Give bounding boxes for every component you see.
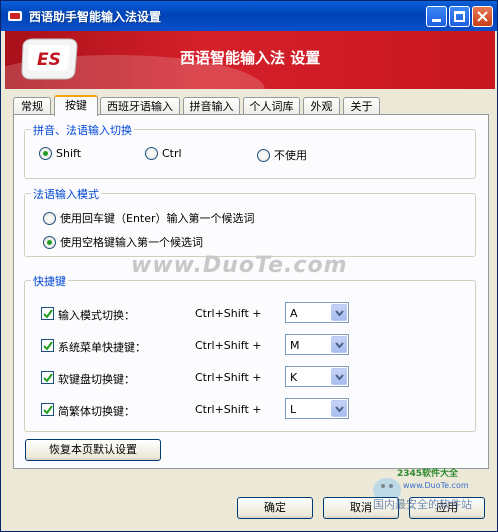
chevron-down-icon bbox=[335, 374, 344, 380]
dropdown-button[interactable] bbox=[331, 368, 347, 385]
select-value: A bbox=[290, 307, 298, 320]
hotkey-key-select[interactable]: L bbox=[285, 398, 349, 419]
hotkey-key-select[interactable]: A bbox=[285, 302, 349, 323]
radio-label: 使用回车键（Enter）输入第一个候选词 bbox=[60, 212, 255, 225]
group-title: 快捷键 bbox=[31, 273, 68, 289]
hotkey-combo: Ctrl+Shift + bbox=[195, 339, 262, 352]
settings-window: 西语助手智能输入法设置 ES 西语智能输入法 设置 常规 按键 西班牙语输入 拼… bbox=[0, 0, 498, 532]
radio-label: 不使用 bbox=[274, 149, 307, 162]
keys-tab-panel: 拼音、法语输入切换 Shift Ctrl 不使用 法语输入模式 使用回车键（En… bbox=[13, 114, 489, 469]
radio-label: Shift bbox=[56, 147, 82, 160]
select-value: L bbox=[290, 403, 297, 416]
radio-shift[interactable]: Shift bbox=[39, 147, 81, 160]
header-banner: ES 西语智能输入法 设置 bbox=[5, 31, 495, 89]
hotkeys-group: 快捷键 输入模式切换： Ctrl+Shift + A 系统菜单快捷键： Ctrl… bbox=[24, 273, 476, 432]
hotkey-key-select[interactable]: M bbox=[285, 334, 349, 355]
select-value: M bbox=[290, 339, 300, 352]
radio-ctrl[interactable]: Ctrl bbox=[145, 147, 182, 160]
minimize-icon bbox=[432, 19, 441, 22]
radio-label: 使用空格键输入第一个候选词 bbox=[60, 236, 203, 249]
title-bar[interactable]: 西语助手智能输入法设置 bbox=[1, 1, 497, 31]
hotkey-combo: Ctrl+Shift + bbox=[195, 371, 262, 384]
chevron-down-icon bbox=[335, 342, 344, 348]
chevron-down-icon bbox=[335, 310, 344, 316]
hotkey-combo: Ctrl+Shift + bbox=[195, 403, 262, 416]
pinyin-switch-group: 拼音、法语输入切换 Shift Ctrl 不使用 bbox=[24, 122, 476, 179]
dropdown-button[interactable] bbox=[331, 400, 347, 417]
tab-keys[interactable]: 按键 bbox=[54, 95, 98, 116]
hotkey-label: 系统菜单快捷键： bbox=[58, 341, 146, 354]
radio-button[interactable] bbox=[257, 148, 270, 162]
logo-text: ES bbox=[37, 50, 61, 70]
select-value: K bbox=[290, 371, 298, 384]
group-title: 拼音、法语输入切换 bbox=[31, 122, 134, 138]
ok-button[interactable]: 确定 bbox=[237, 497, 313, 519]
input-mode-group: 法语输入模式 使用回车键（Enter）输入第一个候选词 使用空格键输入第一个候选… bbox=[24, 186, 476, 257]
hotkey-label: 软键盘切换键： bbox=[58, 373, 135, 386]
corner-brand-watermark: 2345软件大全 bbox=[397, 469, 459, 479]
app-icon bbox=[8, 11, 22, 21]
center-watermark: www.DuoTe.com bbox=[131, 253, 348, 278]
minimize-button[interactable] bbox=[426, 6, 447, 27]
radio-none[interactable]: 不使用 bbox=[257, 147, 307, 163]
restore-defaults-button[interactable]: 恢复本页默认设置 bbox=[25, 439, 161, 461]
radio-button[interactable] bbox=[39, 147, 52, 160]
radio-label: Ctrl bbox=[162, 147, 182, 160]
radio-button[interactable] bbox=[43, 235, 56, 249]
hotkey-checkbox[interactable] bbox=[41, 307, 54, 320]
hotkey-checkbox[interactable] bbox=[41, 403, 54, 416]
chevron-down-icon bbox=[335, 406, 344, 412]
dropdown-button[interactable] bbox=[331, 336, 347, 353]
radio-button[interactable] bbox=[145, 147, 158, 160]
corner-url-watermark: www.DuoTe.com bbox=[403, 481, 469, 490]
group-title: 法语输入模式 bbox=[31, 186, 101, 202]
window-title: 西语助手智能输入法设置 bbox=[29, 10, 162, 24]
hotkey-checkbox[interactable] bbox=[41, 339, 54, 352]
radio-space-first-candidate[interactable]: 使用空格键输入第一个候选词 bbox=[43, 234, 203, 250]
hotkey-combo: Ctrl+Shift + bbox=[195, 307, 262, 320]
hotkey-label: 简繁体切换键： bbox=[58, 405, 135, 418]
tab-bar: 常规 按键 西班牙语输入 拼音输入 个人词库 外观 关于 bbox=[13, 95, 489, 116]
close-icon bbox=[477, 11, 488, 22]
es-key-logo: ES bbox=[21, 38, 78, 80]
checkmark-icon bbox=[43, 405, 53, 415]
hotkey-label: 输入模式切换： bbox=[58, 309, 135, 322]
radio-enter-first-candidate[interactable]: 使用回车键（Enter）输入第一个候选词 bbox=[43, 210, 255, 226]
corner-slogan-watermark: 国内最安全的软件站 bbox=[373, 498, 472, 511]
checkmark-icon bbox=[43, 373, 53, 383]
close-button[interactable] bbox=[472, 6, 493, 27]
checkmark-icon bbox=[43, 341, 53, 351]
dropdown-button[interactable] bbox=[331, 304, 347, 321]
hotkey-key-select[interactable]: K bbox=[285, 366, 349, 387]
banner-title: 西语智能输入法 设置 bbox=[180, 49, 321, 67]
hotkey-checkbox[interactable] bbox=[41, 371, 54, 384]
maximize-icon bbox=[454, 11, 465, 22]
checkmark-icon bbox=[43, 309, 53, 319]
radio-button[interactable] bbox=[43, 211, 56, 225]
maximize-button[interactable] bbox=[449, 6, 470, 27]
